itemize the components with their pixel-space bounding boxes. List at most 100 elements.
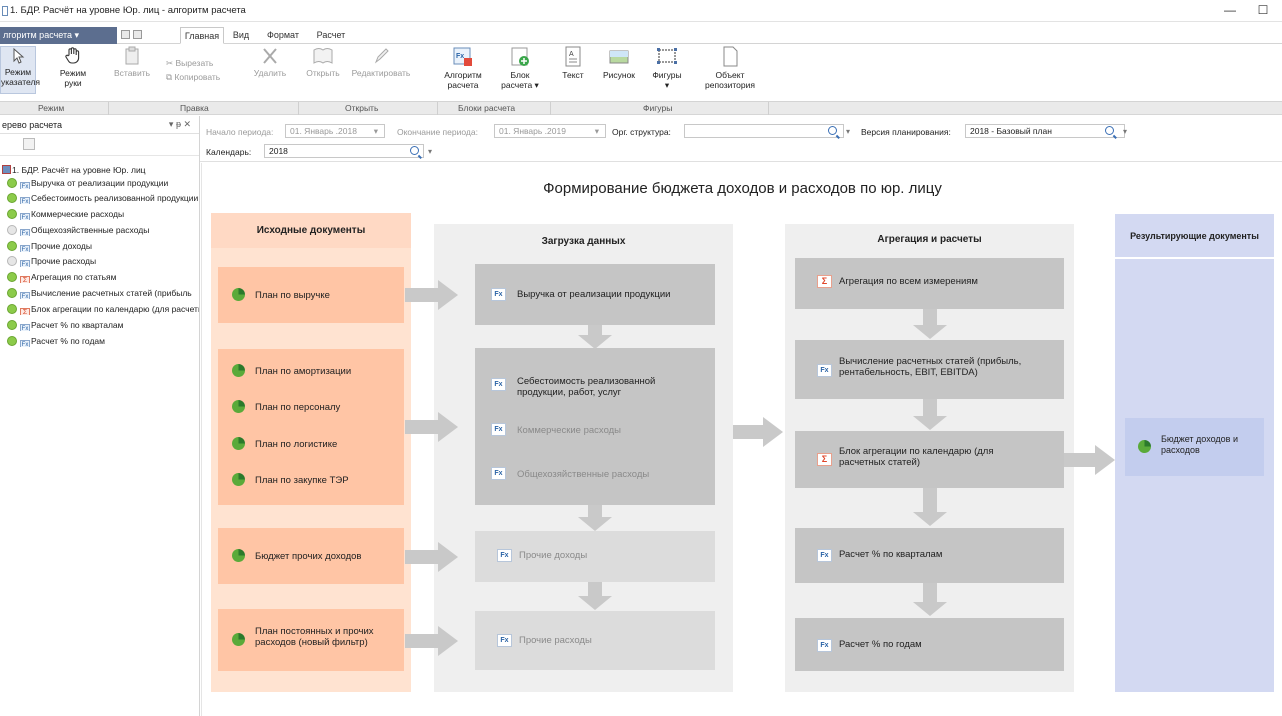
group-separator (437, 102, 438, 115)
source-doc-group[interactable]: План по амортизации План по персоналу Пл… (218, 349, 404, 505)
algorithm-fx-icon: Fx (453, 47, 472, 66)
load-block-group[interactable]: Fx Себестоимость реализованной продукции… (475, 348, 715, 505)
clipboard-icon (125, 46, 139, 65)
tree-root[interactable]: 1. БДР. Расчёт на уровне Юр. лиц (2, 165, 146, 175)
picture-button[interactable]: Рисунок (600, 46, 638, 80)
tab-format[interactable]: Формат (258, 27, 308, 44)
tree-item[interactable]: Fx Коммерческие расходы (7, 209, 199, 220)
tree-tool-icon[interactable] (23, 138, 35, 150)
tab-home[interactable]: Главная (180, 27, 224, 44)
cut-button[interactable]: ✂ Вырезать (166, 58, 213, 69)
chevron-down-icon[interactable]: ▾ (846, 127, 850, 136)
source-column-header: Исходные документы (211, 213, 411, 248)
tab-calc[interactable]: Расчет (308, 27, 354, 44)
source-doc-box[interactable]: Бюджет прочих доходов (218, 528, 404, 584)
tree-panel-controls[interactable]: ▾ ᵽ ✕ (169, 119, 191, 130)
plan-version-label: Версия планирования: (861, 127, 951, 137)
delete-x-icon (263, 48, 277, 64)
tree-item[interactable]: Fx Прочие расходы (7, 256, 199, 267)
source-doc-box[interactable]: План по выручке (218, 267, 404, 323)
flow-arrow (405, 412, 458, 442)
tab-view[interactable]: Вид (224, 27, 258, 44)
algorithm-label: Алгоритм расчета (444, 70, 482, 90)
pencil-icon (374, 48, 389, 64)
aggregation-block[interactable]: Σ Агрегация по всем измерениям (795, 258, 1064, 309)
period-end-field[interactable]: 01. Январь .2019 ▾ (494, 124, 606, 138)
fx-icon: Fx (20, 197, 30, 204)
copy-button[interactable]: ⧉ Копировать (166, 72, 220, 83)
load-column-header: Загрузка данных (541, 236, 626, 247)
status-green-icon (7, 304, 17, 314)
edit-button[interactable]: Редактировать (342, 46, 420, 78)
plan-version-field[interactable]: 2018 - Базовый план (965, 124, 1125, 138)
aggregation-block-label: Расчет % по годам (839, 639, 922, 650)
load-block[interactable]: Fx Прочие доходы (475, 531, 715, 582)
tree-item[interactable]: Fx Прочие доходы (7, 241, 199, 252)
minimize-button[interactable]: — (1219, 2, 1241, 18)
period-start-field[interactable]: 01. Январь .2018 ▾ (285, 124, 385, 138)
load-block-label[interactable]: Коммерческие расходы (517, 425, 621, 436)
aggregation-block[interactable]: Fx Вычисление расчетных статей (прибыль,… (795, 340, 1064, 399)
chevron-down-icon[interactable]: ▾ (428, 147, 432, 156)
aggregation-block[interactable]: Fx Расчет % по кварталам (795, 528, 1064, 583)
group-mode-label: Режим (38, 103, 65, 113)
svg-text:A: A (569, 51, 574, 58)
result-document-box[interactable]: Бюджет доходов и расходов (1125, 418, 1264, 476)
text-button[interactable]: A Текст (556, 46, 590, 80)
print-icon[interactable] (133, 30, 142, 39)
tree-item[interactable]: Fx Расчет % по годам (7, 336, 199, 347)
delete-button[interactable]: Удалить (250, 46, 290, 78)
app-menu-button[interactable]: лгоритм расчета ▾ (0, 27, 117, 44)
load-block-label[interactable]: Общехозяйственные расходы (517, 469, 649, 480)
period-end-label: Окончание периода: (397, 127, 478, 137)
tree-item-label: Агрегация по статьям (31, 272, 117, 282)
pointer-mode-button[interactable]: Режим указателя (0, 46, 40, 94)
source-doc-label: План по выручке (255, 290, 330, 301)
tree-item[interactable]: Fx Расчет % по кварталам (7, 320, 199, 331)
tree-item[interactable]: Σ Блок агрегации по календарю (для расчет… (7, 304, 199, 315)
block-button[interactable]: Блок расчета ▾ (497, 46, 543, 90)
tree-item[interactable]: Σ Агрегация по статьям (7, 272, 199, 283)
load-block[interactable]: Fx Выручка от реализации продукции (475, 264, 715, 325)
hand-mode-button[interactable]: Режим руки (55, 46, 91, 88)
algorithm-button[interactable]: Fx Алгоритм расчета (443, 46, 483, 90)
fx-icon: Fx (497, 549, 512, 562)
paste-label: Вставить (113, 68, 151, 78)
source-doc-label[interactable]: План по логистике (255, 439, 337, 450)
tree-item-label: Прочие доходы (31, 241, 92, 251)
source-doc-label[interactable]: План по амортизации (255, 366, 351, 377)
source-doc-label[interactable]: План по персоналу (255, 402, 340, 413)
org-structure-field[interactable] (684, 124, 844, 138)
save-icon[interactable] (121, 30, 130, 39)
flow-arrow (405, 280, 458, 310)
aggregation-block[interactable]: Σ Блок агрегации по календарю (для расче… (795, 431, 1064, 488)
flow-arrow (405, 542, 458, 572)
source-doc-box[interactable]: План постоянных и прочих расходов (новый… (218, 609, 404, 671)
tree-item[interactable]: Fx Вычисление расчетных статей (прибыль (7, 288, 199, 299)
load-block-label[interactable]: Себестоимость реализованной продукции, р… (517, 376, 687, 398)
search-icon[interactable] (1105, 126, 1114, 135)
cursor-icon (13, 47, 25, 64)
maximize-button[interactable]: ☐ (1252, 2, 1274, 18)
load-block[interactable]: Fx Прочие расходы (475, 611, 715, 670)
chevron-down-icon[interactable]: ▾ (1123, 127, 1127, 136)
shapes-button[interactable]: Фигуры ▾ (648, 46, 686, 90)
copy-label: Копировать (174, 72, 221, 82)
calendar-field[interactable]: 2018 (264, 144, 424, 158)
aggregation-block[interactable]: Fx Расчет % по годам (795, 618, 1064, 671)
status-green-icon (7, 288, 17, 298)
repository-object-button[interactable]: Объект репозитория (697, 46, 763, 90)
source-doc-label[interactable]: План по закупке ТЭР (255, 475, 349, 486)
sigma-icon: Σ (20, 276, 30, 283)
tree-item[interactable]: Fx Выручка от реализации продукции (7, 178, 199, 189)
tree-item[interactable]: Fx Себестоимость реализованной продукции (7, 193, 199, 204)
paste-button[interactable]: Вставить (112, 46, 152, 78)
search-icon[interactable] (828, 126, 837, 135)
document-pie-icon (1138, 440, 1151, 453)
source-doc-label: План постоянных и прочих расходов (новый… (255, 626, 374, 648)
fx-icon: Fx (20, 324, 30, 331)
search-icon[interactable] (410, 146, 419, 155)
tree-item[interactable]: Fx Общехозяйственные расходы (7, 225, 199, 236)
fx-icon: Fx (20, 229, 30, 236)
open-button[interactable]: Открыть (303, 46, 343, 78)
